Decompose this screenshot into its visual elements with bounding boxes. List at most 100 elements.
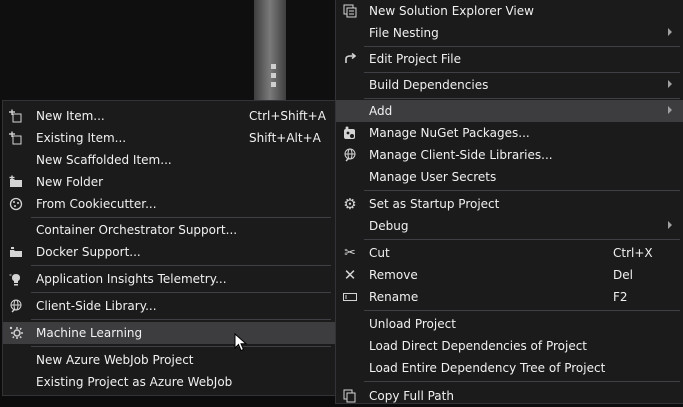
menu-item-existing-as-azure-webjob[interactable]: Existing Project as Azure WebJob bbox=[3, 371, 335, 393]
menu-separator bbox=[364, 381, 680, 382]
menu-item-label: Load Direct Dependencies of Project bbox=[369, 339, 587, 353]
scrollbar-grip-dot bbox=[271, 64, 276, 69]
cookiecutter-icon bbox=[8, 196, 24, 212]
menu-item-file-nesting[interactable]: File Nesting bbox=[336, 22, 683, 44]
menu-separator bbox=[31, 292, 331, 293]
scissors-icon: ✂ bbox=[344, 245, 356, 261]
app-insights-icon bbox=[8, 271, 24, 287]
menu-item-load-entire-dependency-tree[interactable]: Load Entire Dependency Tree of Project bbox=[336, 357, 683, 379]
submenu-arrow-icon bbox=[668, 106, 672, 114]
menu-item-label: Application Insights Telemetry... bbox=[36, 272, 227, 286]
menu-item-new-item[interactable]: New Item... Ctrl+Shift+A bbox=[3, 105, 335, 127]
menu-item-label: New Item... bbox=[36, 109, 105, 123]
machine-learning-icon bbox=[8, 325, 24, 341]
menu-item-rename[interactable]: Rename F2 bbox=[336, 286, 683, 308]
menu-item-build-dependencies[interactable]: Build Dependencies bbox=[336, 74, 683, 96]
menu-separator bbox=[31, 217, 331, 218]
nuget-icon bbox=[342, 125, 358, 141]
menu-item-existing-item[interactable]: Existing Item... Shift+Alt+A bbox=[3, 127, 335, 149]
menu-item-label: Manage User Secrets bbox=[369, 170, 497, 184]
new-item-icon bbox=[8, 108, 24, 124]
menu-item-unload-project[interactable]: Unload Project bbox=[336, 313, 683, 335]
menu-item-label: Cut bbox=[369, 246, 390, 260]
menu-item-set-startup-project[interactable]: ⚙ Set as Startup Project bbox=[336, 193, 683, 215]
menu-item-from-cookiecutter[interactable]: From Cookiecutter... bbox=[3, 193, 335, 215]
scrollbar-thumb[interactable] bbox=[254, 0, 286, 100]
shortcut-label: Ctrl+Shift+A bbox=[249, 109, 326, 123]
menu-item-manage-nuget[interactable]: Manage NuGet Packages... bbox=[336, 122, 683, 144]
menu-item-label: Build Dependencies bbox=[369, 78, 489, 92]
menu-item-manage-user-secrets[interactable]: Manage User Secrets bbox=[336, 166, 683, 188]
client-library-icon bbox=[342, 147, 358, 163]
menu-separator bbox=[364, 72, 680, 73]
close-icon: ✕ bbox=[343, 266, 357, 284]
menu-item-label: New Solution Explorer View bbox=[369, 4, 534, 18]
menu-item-label: Set as Startup Project bbox=[369, 197, 500, 211]
menu-item-docker-support[interactable]: Docker Support... bbox=[3, 241, 335, 263]
menu-item-label: Copy Full Path bbox=[369, 389, 454, 403]
menu-separator bbox=[364, 46, 680, 47]
menu-item-label: Manage NuGet Packages... bbox=[369, 126, 530, 140]
menu-item-load-direct-dependencies[interactable]: Load Direct Dependencies of Project bbox=[336, 335, 683, 357]
menu-item-container-orchestrator-support[interactable]: Container Orchestrator Support... bbox=[3, 219, 335, 241]
menu-item-add[interactable]: Add bbox=[336, 100, 683, 122]
menu-separator bbox=[364, 190, 680, 191]
menu-item-label: From Cookiecutter... bbox=[36, 197, 157, 211]
menu-item-copy-full-path[interactable]: Copy Full Path bbox=[336, 385, 683, 407]
rename-icon bbox=[342, 289, 358, 305]
menu-item-label: Load Entire Dependency Tree of Project bbox=[369, 361, 606, 375]
menu-item-edit-project-file[interactable]: Edit Project File bbox=[336, 48, 683, 70]
menu-item-machine-learning[interactable]: Machine Learning bbox=[3, 322, 335, 344]
menu-item-label: Container Orchestrator Support... bbox=[36, 223, 238, 237]
menu-item-label: Unload Project bbox=[369, 317, 456, 331]
menu-item-client-side-library[interactable]: Client-Side Library... bbox=[3, 295, 335, 317]
menu-item-label: Existing Project as Azure WebJob bbox=[36, 375, 233, 389]
submenu-arrow-icon bbox=[668, 28, 672, 36]
menu-item-manage-client-side-libraries[interactable]: Manage Client-Side Libraries... bbox=[336, 144, 683, 166]
menu-item-new-scaffolded-item[interactable]: New Scaffolded Item... bbox=[3, 149, 335, 171]
shortcut-label: Del bbox=[613, 268, 633, 282]
add-submenu: New Item... Ctrl+Shift+A Existing Item..… bbox=[2, 100, 336, 396]
existing-item-icon bbox=[8, 130, 24, 146]
menu-item-label: Edit Project File bbox=[369, 52, 462, 66]
menu-item-label: New Azure WebJob Project bbox=[36, 353, 194, 367]
menu-item-debug[interactable]: Debug bbox=[336, 215, 683, 237]
menu-item-label: Debug bbox=[369, 219, 409, 233]
menu-separator bbox=[364, 98, 680, 99]
folder-icon bbox=[8, 174, 24, 190]
submenu-arrow-icon bbox=[668, 80, 672, 88]
menu-item-label: New Folder bbox=[36, 175, 104, 189]
submenu-arrow-icon bbox=[668, 221, 672, 229]
menu-item-label: Client-Side Library... bbox=[36, 299, 157, 313]
shortcut-label: Ctrl+X bbox=[613, 246, 653, 260]
menu-item-label: Remove bbox=[369, 268, 418, 282]
scrollbar-grip-dot bbox=[271, 82, 276, 87]
mouse-cursor-icon bbox=[234, 333, 248, 352]
menu-separator bbox=[364, 239, 680, 240]
menu-item-new-azure-webjob[interactable]: New Azure WebJob Project bbox=[3, 349, 335, 371]
menu-item-new-folder[interactable]: New Folder bbox=[3, 171, 335, 193]
shortcut-label: Shift+Alt+A bbox=[249, 131, 321, 145]
menu-item-remove[interactable]: ✕ Remove Del bbox=[336, 264, 683, 286]
menu-item-cut[interactable]: ✂ Cut Ctrl+X bbox=[336, 242, 683, 264]
menu-item-application-insights[interactable]: Application Insights Telemetry... bbox=[3, 268, 335, 290]
menu-separator bbox=[364, 310, 680, 311]
menu-item-label: Manage Client-Side Libraries... bbox=[369, 148, 553, 162]
menu-separator bbox=[31, 265, 331, 266]
menu-item-label: Add bbox=[369, 104, 393, 118]
menu-item-label: Existing Item... bbox=[36, 131, 127, 145]
scrollbar-grip-dot bbox=[271, 73, 276, 78]
menu-item-label: Docker Support... bbox=[36, 245, 141, 259]
docker-icon bbox=[8, 244, 24, 260]
edit-redo-icon bbox=[342, 51, 358, 67]
project-context-menu: New Solution Explorer View File Nesting … bbox=[335, 0, 683, 404]
client-library-icon bbox=[8, 298, 24, 314]
menu-separator bbox=[31, 319, 331, 320]
menu-separator bbox=[31, 346, 331, 347]
menu-item-label: File Nesting bbox=[369, 26, 439, 40]
menu-item-label: Machine Learning bbox=[36, 326, 143, 340]
solution-explorer-icon bbox=[342, 3, 358, 19]
menu-item-new-solution-explorer-view[interactable]: New Solution Explorer View bbox=[336, 0, 683, 22]
menu-item-label: New Scaffolded Item... bbox=[36, 153, 172, 167]
gear-icon: ⚙ bbox=[343, 195, 357, 213]
